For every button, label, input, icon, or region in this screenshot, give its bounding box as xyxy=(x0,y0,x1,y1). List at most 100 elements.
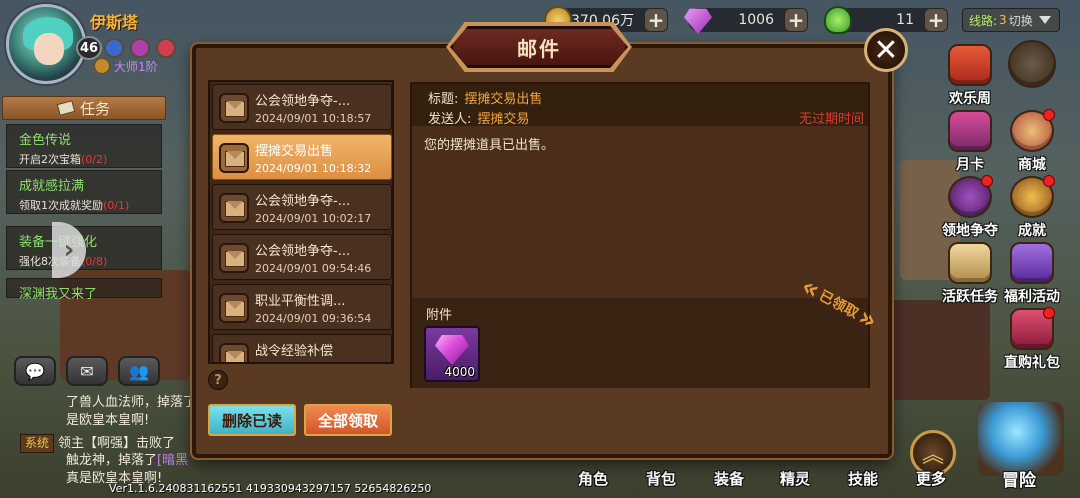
achievement-button[interactable]: 成就 xyxy=(1002,175,1062,240)
subject-label: 标题: xyxy=(428,92,459,107)
mail-item-title: 摆摊交易出售 xyxy=(255,144,334,159)
mail-list-item[interactable]: 公会领地争夺-... 2024/09/01 09:54:46 xyxy=(212,234,392,280)
mail-list[interactable]: 公会领地争夺-... 2024/09/01 10:18:57 摆摊交易出售 20… xyxy=(208,80,394,364)
player-title: 大师1阶 xyxy=(114,60,158,74)
chat-bubble-icon[interactable]: 💬 xyxy=(14,356,56,386)
quest-desc: 领取1次成就奖励(0/1) xyxy=(19,199,130,212)
notification-dot xyxy=(981,175,993,187)
friends-icon[interactable]: 👥 xyxy=(118,356,160,386)
mail-item-date: 2024/09/01 09:36:54 xyxy=(255,312,372,325)
stamina-value: 11 xyxy=(896,12,914,28)
side-label: 活跃任务 xyxy=(942,289,998,305)
server-number: 3 xyxy=(999,13,1007,27)
mail-list-item[interactable]: 职业平衡性调... 2024/09/01 09:36:54 xyxy=(212,284,392,330)
vip-badge-icon xyxy=(130,38,150,58)
quest-item[interactable]: 成就感拉满 领取1次成就奖励(0/1) xyxy=(6,170,162,214)
system-tag: 系统 xyxy=(20,434,55,453)
rank-badge-icon xyxy=(104,38,124,58)
mail-item-date: 2024/09/01 10:18:57 xyxy=(255,112,372,125)
side-label: 成就 xyxy=(1018,223,1046,239)
nav-adventure[interactable]: 冒险 xyxy=(1002,466,1036,491)
welfare-button[interactable]: 福利活动 xyxy=(1002,242,1062,306)
present-icon xyxy=(1010,242,1054,284)
direct-purchase-button[interactable]: 直购礼包 xyxy=(1002,307,1062,372)
claim-all-button[interactable]: 全部领取 xyxy=(304,404,392,436)
side-label: 月卡 xyxy=(956,157,984,173)
close-icon[interactable]: ✕ xyxy=(864,28,908,72)
version-info: Ver1.1.6.240831162551 419330943297157 52… xyxy=(109,482,432,495)
mail-banner: 邮件 xyxy=(450,26,628,68)
mail-subject-row: 标题: 摆摊交易出售 xyxy=(428,88,542,107)
diamond-icon xyxy=(435,335,469,365)
server-switch-label: 切换 xyxy=(1008,13,1033,28)
chat-line: 是欧皇本皇啊! xyxy=(66,413,150,428)
mail-item-date: 2024/09/01 10:02:17 xyxy=(255,212,372,225)
scroll-icon xyxy=(948,242,992,284)
add-diamond-button[interactable]: + xyxy=(784,8,808,32)
nav-character[interactable]: 角色 xyxy=(578,468,608,489)
gift-box-icon xyxy=(948,44,992,86)
player-avatar[interactable] xyxy=(6,4,86,84)
quest-item[interactable]: 金色传说 开启2次宝箱(0/2) xyxy=(6,124,162,168)
territory-shield-icon xyxy=(948,175,993,218)
mail-item-title: 战令经验补偿 xyxy=(255,344,334,359)
add-gold-button[interactable]: + xyxy=(644,8,668,32)
notification-dot xyxy=(1043,175,1055,187)
mail-list-item-selected[interactable]: 摆摊交易出售 2024/09/01 10:18:32 xyxy=(212,134,392,180)
mail-sender-row: 发送人: 摆摊交易 xyxy=(428,108,529,127)
attachment-section: 附件 4000 xyxy=(412,298,868,388)
attachment-label: 附件 xyxy=(426,308,453,323)
attachment-item[interactable]: 4000 xyxy=(424,326,480,382)
envelope-icon xyxy=(219,343,249,362)
mail-list-item[interactable]: 公会领地争夺-... 2024/09/01 10:02:17 xyxy=(212,184,392,230)
compass-button[interactable] xyxy=(1002,40,1062,88)
side-label: 直购礼包 xyxy=(1004,355,1060,371)
quest-desc: 强化8次装备(0/8) xyxy=(19,255,108,268)
envelope-icon xyxy=(219,293,249,323)
gift-pack-icon xyxy=(1010,307,1055,350)
nav-bag[interactable]: 背包 xyxy=(646,468,676,489)
delete-read-button[interactable]: 删除已读 xyxy=(208,404,296,436)
card-icon xyxy=(948,110,992,152)
diamond-value: 1006 xyxy=(738,12,774,28)
chat-line: 系统 领主【啊强】击败了 xyxy=(20,434,175,453)
mail-item-title: 公会领地争夺-... xyxy=(255,194,351,209)
shop-button[interactable]: 商城 xyxy=(1002,109,1062,174)
attachment-quantity: 4000 xyxy=(444,365,475,379)
daily-task-button[interactable]: 活跃任务 xyxy=(940,242,1000,306)
help-icon[interactable]: ? xyxy=(208,370,228,390)
add-stamina-button[interactable]: + xyxy=(924,8,948,32)
green-heart-icon xyxy=(824,6,852,34)
server-prefix: 线路: xyxy=(969,13,998,28)
nav-equipment[interactable]: 装备 xyxy=(714,468,744,489)
nav-spirit[interactable]: 精灵 xyxy=(780,468,810,489)
diamond-resource: 1006 + xyxy=(684,8,808,34)
compass-icon xyxy=(1008,40,1056,88)
mail-list-item[interactable]: 战令经验补偿 xyxy=(212,334,392,362)
quest-tab[interactable]: 任务 xyxy=(2,96,166,120)
adventure-portal-icon[interactable] xyxy=(978,402,1064,476)
mail-list-item[interactable]: 公会领地争夺-... 2024/09/01 10:18:57 xyxy=(212,84,392,130)
mail-modal-title: 邮件 xyxy=(517,36,561,61)
player-level-badge: 46 xyxy=(76,36,102,60)
quest-title: 成就感拉满 xyxy=(19,179,85,194)
month-card-button[interactable]: 月卡 xyxy=(940,110,1000,174)
server-switch-button[interactable]: 线路: 3 切换 xyxy=(962,8,1060,32)
quest-item[interactable]: 深渊我又来了 xyxy=(6,278,162,302)
sender-label: 发送人: xyxy=(428,112,472,127)
quest-tab-label: 任务 xyxy=(79,99,110,118)
quest-desc: 开启2次宝箱(0/2) xyxy=(19,153,108,166)
mail-item-title: 公会领地争夺-... xyxy=(255,94,351,109)
chat-line: 了兽人血法师，掉落了 xyxy=(66,395,197,410)
player-name: 伊斯塔 xyxy=(90,13,139,32)
nav-more[interactable]: 更多 xyxy=(916,468,946,489)
envelope-icon xyxy=(219,243,249,273)
mail-item-date: 2024/09/01 10:18:32 xyxy=(255,162,372,175)
nav-skill[interactable]: 技能 xyxy=(848,468,878,489)
side-label: 领地争夺 xyxy=(942,223,998,239)
happy-week-button[interactable]: 欢乐周 xyxy=(940,44,1000,108)
territory-button[interactable]: 领地争夺 xyxy=(940,175,1000,240)
avatar-face xyxy=(34,33,64,65)
mail-icon[interactable]: ✉ xyxy=(66,356,108,386)
side-label: 欢乐周 xyxy=(949,91,991,107)
